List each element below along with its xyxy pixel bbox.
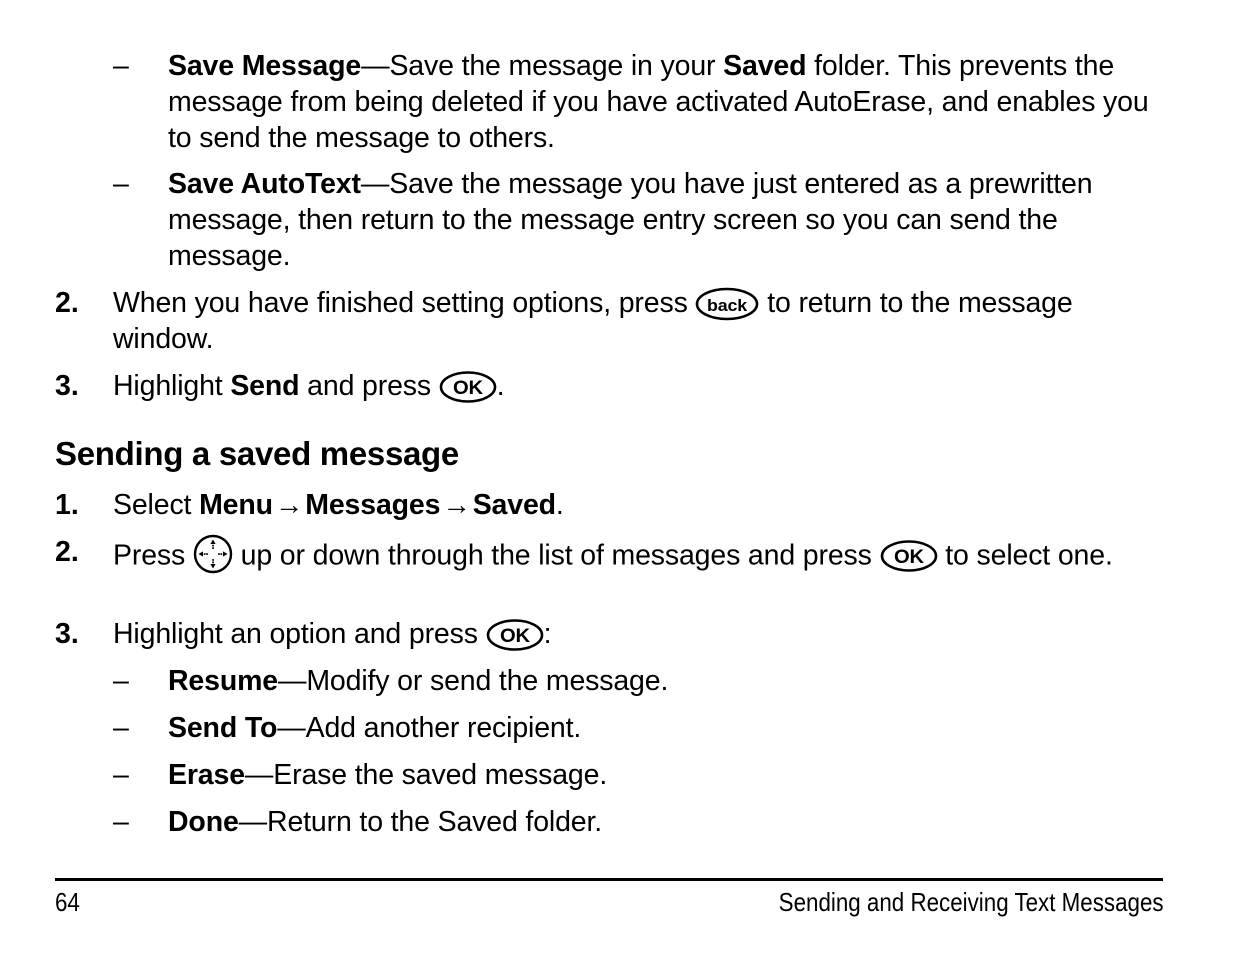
term-saved: Saved [472,489,556,521]
list-item-text: Done—Return to the Saved folder. [168,804,1163,840]
arrow-icon: → [442,489,471,521]
step-number: 2. [55,536,79,568]
svg-text:OK: OK [500,626,530,647]
body-text-after: to select one. [937,539,1113,572]
body-text-after: . [496,370,505,402]
step-text: Press up or down through the list of mes… [113,534,1161,574]
bullet-dash-marker: – [113,806,129,838]
body-text-after: . [555,489,564,521]
term-send-to: Send To [168,712,278,744]
step-text: When you have finished setting options, … [113,285,1161,357]
body-text-after: : [543,618,552,650]
term-save-message: Save Message [168,50,362,82]
term-done: Done [168,806,239,838]
footer-page-number: 64 [55,887,80,917]
bullet-dash-marker: – [113,50,129,82]
body-text-mid: and press [299,370,439,402]
navigation-key-icon [193,534,233,574]
em-dash: — [360,168,390,200]
back-key-icon: back [695,287,759,321]
body-text-mid: up or down through the list of messages … [232,539,880,572]
step-number: 1. [55,489,79,521]
step-number: 3. [55,370,79,402]
term-resume: Resume [168,665,278,697]
body-text: Modify or send the message. [306,665,669,697]
body-text-before: Highlight an option and press [113,618,486,650]
term-messages: Messages [305,489,441,521]
step-text: Select Menu→Messages→Saved. [113,487,1161,523]
term-send: Send [230,370,300,402]
term-menu: Menu [199,489,273,521]
svg-text:OK: OK [894,547,924,568]
term-save-autotext: Save AutoText [168,168,361,200]
bullet-dash-marker: – [113,759,129,791]
bullet-dash-marker: – [113,168,129,200]
svg-text:OK: OK [453,378,483,399]
body-text-before: Press [113,539,193,572]
body-text: Return to the Saved folder. [267,806,603,838]
svg-text:back: back [707,296,748,315]
body-text-before: When you have finished setting options, … [113,287,696,319]
ok-key-icon: OK [880,539,938,573]
step-text: Highlight an option and press OK : [113,616,1161,652]
bullet-dash-marker: – [113,665,129,697]
footer-divider [55,878,1163,881]
em-dash: — [277,712,306,744]
body-text: Erase the saved message. [273,759,608,791]
arrow-icon: → [274,489,304,521]
body-text: Add another recipient. [305,712,582,744]
step-number: 2. [55,287,79,319]
page-section-heading: Sending a saved message [55,435,459,472]
body-text-before: Highlight [113,370,231,402]
ok-key-icon: OK [486,618,544,652]
step-text: Highlight Send and press OK . [113,368,1161,404]
footer-chapter-title: Sending and Receiving Text Messages [779,887,1164,917]
step-number: 3. [55,618,79,650]
em-dash: — [238,806,268,838]
term-erase: Erase [168,759,245,791]
list-item-text: Send To—Add another recipient. [168,710,1163,746]
body-text-before: Select [113,489,200,521]
em-dash: — [361,50,390,82]
em-dash: — [244,759,274,791]
body-text-part1: Save the message in your [389,50,724,82]
list-item-text: Save Message—Save the message in your Sa… [168,48,1163,156]
list-item-text: Save AutoText—Save the message you have … [168,166,1163,274]
manual-page: – Save Message—Save the message in your … [0,0,1235,954]
term-saved: Saved [723,50,807,82]
ok-key-icon: OK [439,370,497,404]
em-dash: — [277,665,307,697]
list-item-text: Resume—Modify or send the message. [168,663,1163,699]
bullet-dash-marker: – [113,712,129,744]
list-item-text: Erase—Erase the saved message. [168,757,1163,793]
